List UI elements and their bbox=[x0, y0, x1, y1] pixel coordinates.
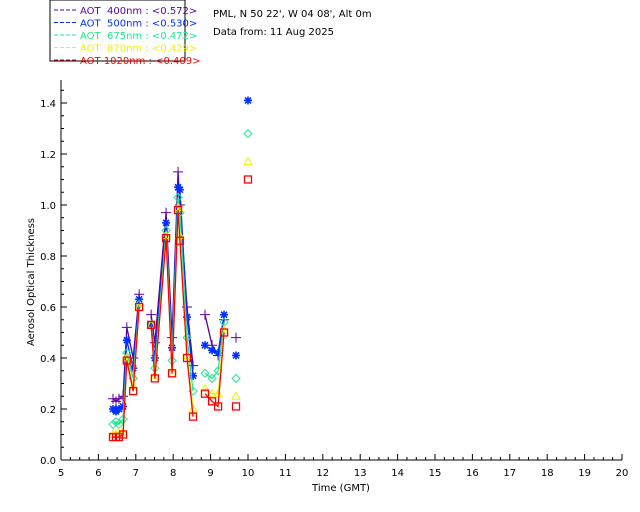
plus-marker bbox=[199, 309, 210, 320]
asterisk-marker bbox=[244, 96, 252, 105]
triangle-marker bbox=[243, 156, 253, 166]
x-tick-label: 13 bbox=[354, 468, 367, 479]
asterisk-marker bbox=[122, 336, 131, 345]
plus-marker bbox=[161, 207, 172, 218]
x-tick-label: 14 bbox=[391, 468, 404, 479]
diamond-marker bbox=[243, 128, 253, 139]
diamond-marker bbox=[231, 373, 241, 384]
legend-entry: AOT 870nm : <0.429> bbox=[80, 44, 197, 55]
y-tick-label: 1.4 bbox=[40, 99, 56, 110]
axes: 5 6 7 8 9 10 11 12 13 14 15 16 17 18 19 20 0.0 0.2 0.4 0.6 0… bbox=[40, 80, 628, 479]
asterisk-marker bbox=[200, 341, 209, 350]
legend: AOT 400nm : <0.572>AOT 500nm : <0.530>AO… bbox=[49, 0, 200, 67]
x-tick-label: 18 bbox=[541, 468, 554, 479]
x-tick-label: 10 bbox=[242, 468, 255, 479]
x-tick-label: 12 bbox=[316, 468, 329, 479]
plus-marker bbox=[146, 309, 157, 320]
x-tick-label: 11 bbox=[279, 468, 292, 479]
y-tick-label: 1.2 bbox=[40, 150, 56, 161]
x-tick-label: 19 bbox=[578, 468, 591, 479]
asterisk-marker bbox=[232, 351, 241, 360]
y-axis-label: Aerosol Optical Thickness bbox=[26, 218, 37, 346]
legend-entry: AOT 500nm : <0.530> bbox=[80, 19, 197, 30]
x-tick-label: 15 bbox=[429, 468, 442, 479]
plus-marker bbox=[231, 332, 242, 343]
y-tick-label: 0.6 bbox=[40, 303, 56, 314]
triangle-marker bbox=[231, 391, 241, 400]
asterisk-marker bbox=[162, 218, 171, 227]
y-tick-label: 0.8 bbox=[40, 252, 56, 263]
square-marker bbox=[243, 175, 253, 184]
x-tick-label: 17 bbox=[503, 468, 516, 479]
aot-chart: AOT 400nm : <0.572> AOT 500nm : <0.530> AO… bbox=[0, 0, 640, 512]
plus-marker bbox=[173, 166, 184, 177]
y-tick-label: 1.0 bbox=[40, 201, 56, 212]
square-marker bbox=[231, 402, 241, 411]
x-tick-label: 16 bbox=[466, 468, 479, 479]
asterisk-marker bbox=[175, 185, 184, 194]
asterisk-marker bbox=[220, 310, 229, 319]
chart-svg: AOT 400nm : <0.572>AOT 500nm : <0.530>AO… bbox=[26, 0, 628, 494]
y-tick-label: 0.0 bbox=[40, 456, 56, 467]
x-tick-label: 7 bbox=[133, 468, 139, 479]
x-tick-label: 9 bbox=[207, 468, 213, 479]
plus-marker bbox=[121, 322, 132, 333]
y-tick-label: 0.2 bbox=[40, 405, 56, 416]
legend-entry: AOT 675nm : <0.472> bbox=[80, 31, 197, 42]
date-label: Data from: 11 Aug 2025 bbox=[213, 27, 334, 38]
x-tick-label: 5 bbox=[58, 468, 64, 479]
legend-entry: AOT 400nm : <0.572> bbox=[80, 6, 197, 17]
plot-area bbox=[107, 96, 253, 442]
legend-entry: AOT 1020nm : <0.409> bbox=[80, 56, 200, 67]
x-axis-label: Time (GMT) bbox=[311, 483, 370, 494]
y-tick-label: 0.4 bbox=[40, 354, 56, 365]
plus-marker bbox=[113, 393, 124, 404]
x-tick-label: 6 bbox=[95, 468, 101, 479]
series-2 bbox=[108, 128, 253, 430]
x-tick-label: 8 bbox=[170, 468, 176, 479]
x-tick-label: 20 bbox=[616, 468, 629, 479]
location-label: PML, N 50 22', W 04 08', Alt 0m bbox=[213, 9, 372, 20]
